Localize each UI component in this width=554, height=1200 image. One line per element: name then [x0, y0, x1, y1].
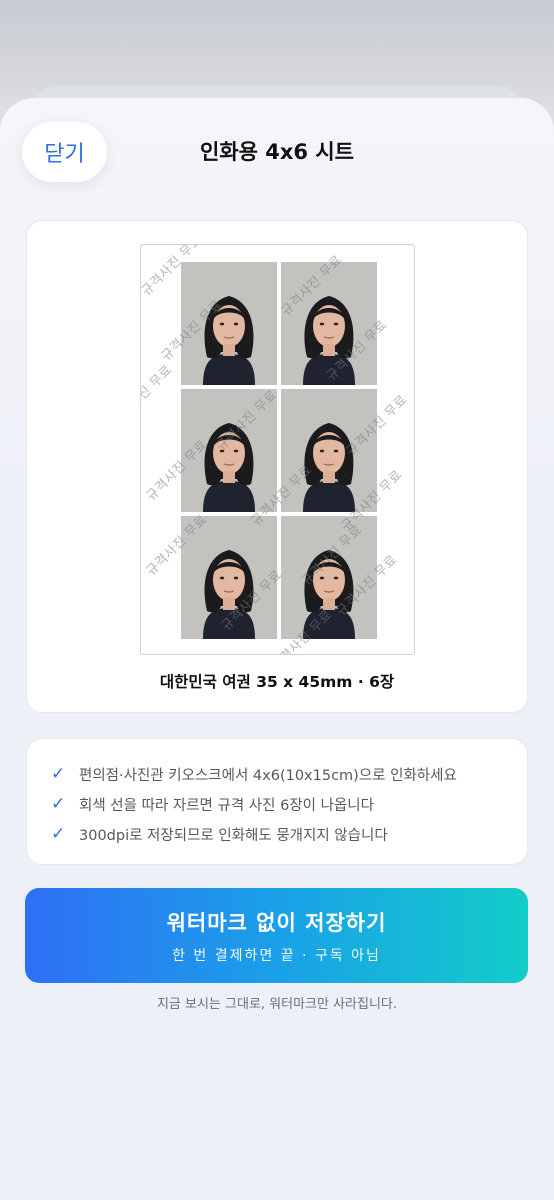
instruction-text: 회색 선을 따라 자르면 규격 사진 6장이 나옵니다	[79, 797, 374, 814]
passport-photo	[181, 516, 277, 639]
footnote: 지금 보시는 그대로, 워터마크만 사라집니다.	[156, 997, 398, 1012]
instruction-text: 300dpi로 저장되므로 인화해도 뭉개지지 않습니다	[79, 827, 388, 844]
check-icon: ✓	[51, 794, 66, 814]
passport-photo	[181, 262, 277, 385]
bottom-sheet: 닫기 인화용 4x6 시트 규격사진 무료 규격사진 무료 규격사진 무료 규격…	[0, 98, 554, 1200]
preview-card: 규격사진 무료 규격사진 무료 규격사진 무료 규격사진 무료 규격사진 무료 …	[26, 220, 528, 713]
save-without-watermark-button[interactable]: 워터마크 없이 저장하기 한 번 결제하면 끝 · 구독 아님	[25, 888, 528, 983]
print-sheet-preview: 규격사진 무료 규격사진 무료 규격사진 무료 규격사진 무료 규격사진 무료 …	[140, 244, 415, 655]
passport-photo	[281, 262, 377, 385]
instruction-item: ✓ 회색 선을 따라 자르면 규격 사진 6장이 나옵니다	[51, 789, 527, 819]
instructions-card: ✓ 편의점·사진관 키오스크에서 4x6(10x15cm)으로 인화하세요 ✓ …	[26, 738, 528, 865]
instruction-text: 편의점·사진관 키오스크에서 4x6(10x15cm)으로 인화하세요	[79, 767, 457, 784]
check-icon: ✓	[51, 764, 66, 784]
sheet-caption: 대한민국 여권 35 x 45mm · 6장	[159, 673, 395, 691]
cta-main-label: 워터마크 없이 저장하기	[166, 910, 387, 935]
watermark: 규격사진 무료	[140, 362, 176, 430]
instruction-item: ✓ 300dpi로 저장되므로 인화해도 뭉개지지 않습니다	[51, 819, 527, 849]
instruction-item: ✓ 편의점·사진관 키오스크에서 4x6(10x15cm)으로 인화하세요	[51, 759, 527, 789]
check-icon: ✓	[51, 824, 66, 844]
passport-photo	[281, 389, 377, 512]
passport-photo	[181, 389, 277, 512]
cta-sub-label: 한 번 결제하면 끝 · 구독 아님	[172, 947, 381, 964]
sheet-title: 인화용 4x6 시트	[200, 140, 354, 164]
passport-photo	[281, 516, 377, 639]
